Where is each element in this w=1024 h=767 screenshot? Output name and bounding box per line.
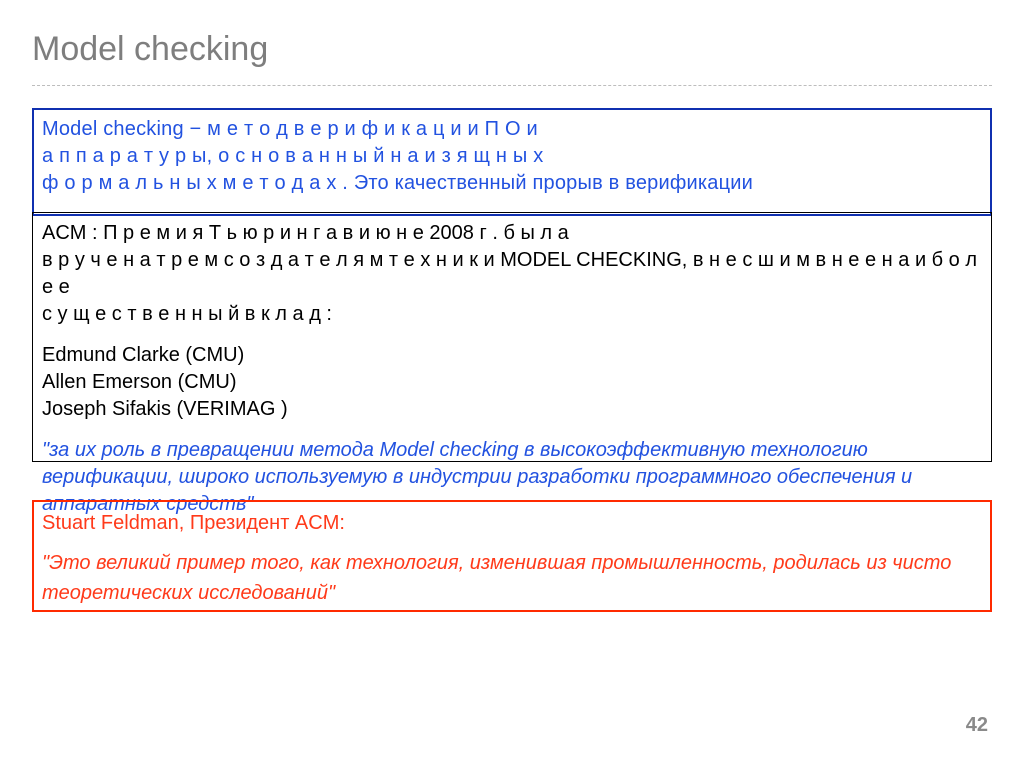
definition-text: Model checking − м е т о д в е р и ф и к… [42,116,982,197]
definition-line3: ф о р м а л ь н ы х м е т о д а х . [42,172,354,194]
name-2: Allen Emerson (CMU) [42,369,982,396]
definition-tail: Это качественный прорыв в верификации [354,172,753,194]
name-1: Edmund Clarke (CMU) [42,342,982,369]
quote-body: "Это великий пример того, как технология… [42,548,982,608]
divider [32,85,992,86]
page-number: 42 [966,714,988,737]
award-text: ACM : П р е м и я Т ь ю р и н г а в и ю … [42,220,982,518]
definition-dash: − [184,118,207,140]
acm-lead: ACM : [42,222,103,244]
quote-text: Stuart Feldman, Президент ACM: "Это вели… [42,508,982,608]
award-names: Edmund Clarke (CMU) Allen Emerson (CMU) … [42,342,982,423]
award-line2: в р у ч е н а т р е м с о з д а т е л я … [42,249,977,298]
quote-author: Stuart Feldman, Президент ACM: [42,508,982,538]
award-line1: П р е м и я Т ь ю р и н г а в и ю н е 20… [103,222,569,244]
definition-lead: Model checking [42,118,184,140]
definition-line1: м е т о д в е р и ф и к а ц и и П О и [207,118,538,140]
definition-line2: а п п а р а т у р ы, о с н о в а н н ы й… [42,145,543,167]
slide-title: Model checking [32,30,992,69]
award-line3: с у щ е с т в е н н ы й в к л а д : [42,303,332,325]
name-3: Joseph Sifakis (VERIMAG ) [42,396,982,423]
